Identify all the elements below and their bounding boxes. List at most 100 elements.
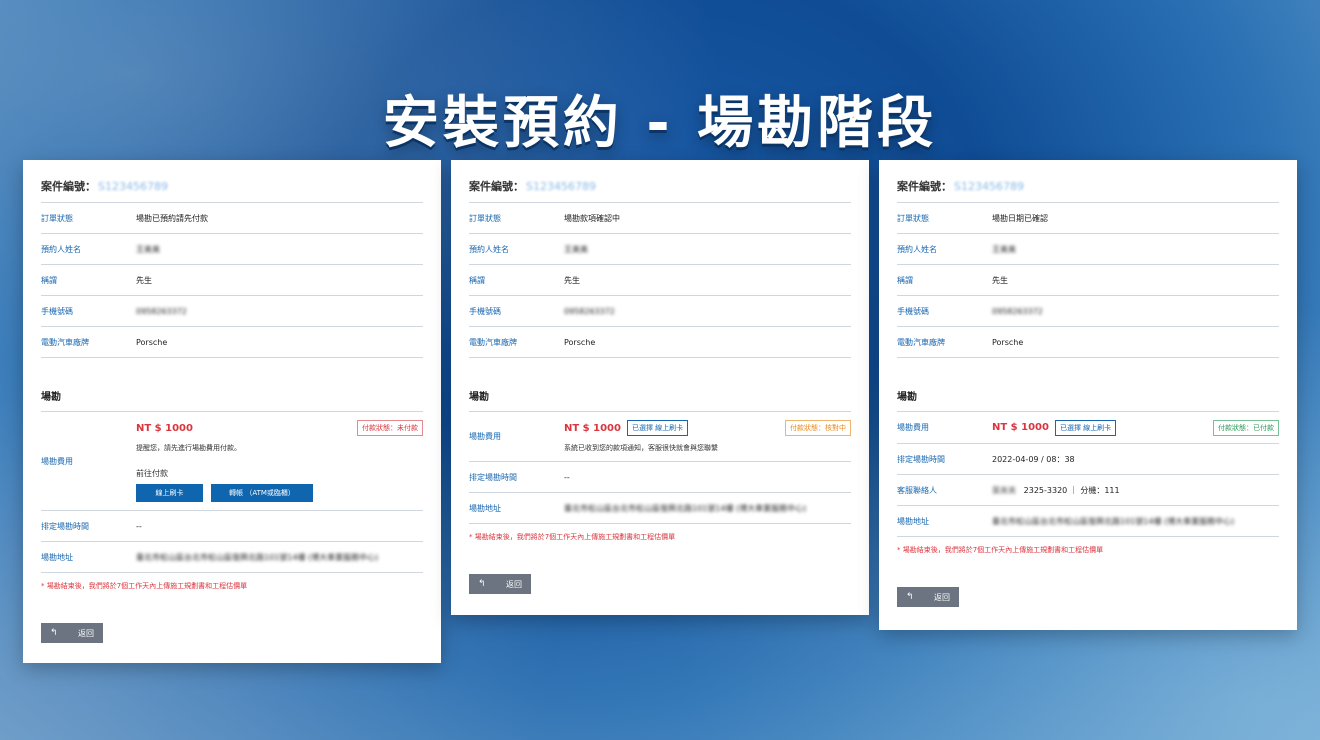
- pay-transfer-button[interactable]: 轉帳 （ATM或臨櫃）: [211, 484, 313, 502]
- name-label: 預約人姓名: [469, 244, 509, 254]
- payment-status-badge: 付款狀態：已付款: [1213, 419, 1279, 436]
- survey-remark: * 場勘結束後，我們將於7個工作天內上傳施工規劃書和工程估價單: [469, 533, 676, 541]
- order-status-row: 訂單狀態 場勘款項確認中: [469, 203, 851, 234]
- back-button[interactable]: ↰ 返回: [897, 587, 959, 607]
- fee-label: 場勘費用: [469, 432, 501, 441]
- contact-row: 客服聯絡人 葉美美 2325-3320 ｜ 分機：111: [897, 475, 1279, 506]
- payment-method-tag: 已選擇 線上刷卡: [626, 420, 689, 436]
- back-arrow-icon: ↰: [478, 579, 486, 589]
- address-label: 場勘地址: [41, 552, 73, 562]
- survey-section-title: 場勘: [469, 358, 851, 412]
- contact-label: 客服聯絡人: [897, 485, 937, 495]
- back-button-label: 返回: [78, 628, 94, 638]
- back-arrow-icon: ↰: [906, 592, 914, 602]
- order-status-label: 訂單狀態: [41, 213, 73, 223]
- name-label: 預約人姓名: [41, 244, 81, 254]
- fee-row: 場勘費用 NT $ 1000 付款狀態：未付款 提醒您，請先進行場勘費用付款。 …: [41, 412, 423, 511]
- case-number-label: 案件編號：: [897, 180, 952, 193]
- order-card-confirmed: 案件編號： S123456789 訂單狀態 場勘日期已確認 預約人姓名 王美美 …: [879, 160, 1297, 630]
- survey-time-row: 排定場勘時間 --: [41, 511, 423, 542]
- fee-reminder: 提醒您，請先進行場勘費用付款。: [136, 444, 241, 452]
- name-value: 王美美: [564, 244, 588, 254]
- address-row: 場勘地址 臺北市松山區台北市松山區復興北路101號14樓 (博大車業服務中心): [897, 506, 1279, 537]
- order-card-unpaid: 案件編號： S123456789 訂單狀態 場勘已預約請先付款 預約人姓名 王美…: [23, 160, 441, 663]
- brand-value: Porsche: [992, 337, 1024, 347]
- survey-remark: * 場勘結束後，我們將於7個工作天內上傳施工規劃書和工程估價單: [897, 546, 1104, 554]
- survey-time-label: 排定場勘時間: [469, 472, 517, 482]
- payment-method-tag: 已選擇 線上刷卡: [1054, 419, 1117, 436]
- survey-time-label: 排定場勘時間: [897, 454, 945, 464]
- survey-time-row: 排定場勘時間 2022-04-09 / 08：38: [897, 444, 1279, 475]
- survey-section-title: 場勘: [41, 358, 423, 412]
- name-row: 預約人姓名 王美美: [897, 234, 1279, 265]
- title-label: 稱謂: [897, 275, 913, 285]
- name-value: 王美美: [992, 244, 1016, 254]
- name-value: 王美美: [136, 244, 160, 254]
- title-label: 稱謂: [41, 275, 57, 285]
- brand-label: 電動汽車廠牌: [469, 337, 517, 347]
- go-pay-label: 前往付款: [136, 469, 168, 478]
- title-value: 先生: [564, 275, 580, 285]
- survey-section-title: 場勘: [897, 358, 1279, 412]
- fee-price: NT $ 1000: [992, 422, 1049, 433]
- case-number-header: 案件編號： S123456789: [897, 176, 1279, 203]
- address-value: 臺北市松山區台北市松山區復興北路101號14樓 (博大車業服務中心): [992, 516, 1235, 526]
- back-button-label: 返回: [506, 579, 522, 589]
- phone-row: 手機號碼 0958263372: [469, 296, 851, 327]
- order-status-value: 場勘日期已確認: [992, 213, 1048, 223]
- payment-status-badge: 付款狀態：未付款: [357, 420, 423, 436]
- phone-label: 手機號碼: [41, 306, 73, 316]
- title-value: 先生: [136, 275, 152, 285]
- name-row: 預約人姓名 王美美: [469, 234, 851, 265]
- title-label: 稱謂: [469, 275, 485, 285]
- fee-row: 場勘費用 NT $ 1000 已選擇 線上刷卡 付款狀態：核對中 系統已收到您的…: [469, 412, 851, 462]
- back-button[interactable]: ↰ 返回: [469, 574, 531, 594]
- brand-value: Porsche: [564, 337, 596, 347]
- payment-status-badge: 付款狀態：核對中: [785, 420, 851, 436]
- case-number-label: 案件編號：: [469, 180, 524, 193]
- case-number-header: 案件編號： S123456789: [469, 176, 851, 203]
- brand-row: 電動汽車廠牌 Porsche: [469, 327, 851, 358]
- contact-value: 葉美美 2325-3320 ｜ 分機：111: [992, 485, 1279, 496]
- back-button[interactable]: ↰ 返回: [41, 623, 103, 643]
- brand-label: 電動汽車廠牌: [41, 337, 89, 347]
- phone-value: 0958263372: [136, 306, 187, 316]
- address-row: 場勘地址 臺北市松山區台北市松山區復興北路101號14樓 (博大車業服務中心): [41, 542, 423, 573]
- case-number-value: S123456789: [98, 179, 168, 193]
- back-button-label: 返回: [934, 592, 950, 602]
- brand-label: 電動汽車廠牌: [897, 337, 945, 347]
- title-row: 稱謂 先生: [41, 265, 423, 296]
- pay-card-button[interactable]: 線上刷卡: [136, 484, 203, 502]
- order-status-value: 場勘已預約請先付款: [136, 213, 208, 223]
- fee-price: NT $ 1000: [564, 422, 621, 434]
- fee-price: NT $ 1000: [136, 422, 193, 434]
- case-number-value: S123456789: [526, 179, 596, 193]
- brand-row: 電動汽車廠牌 Porsche: [41, 327, 423, 358]
- order-status-value: 場勘款項確認中: [564, 213, 620, 223]
- address-row: 場勘地址 臺北市松山區台北市松山區復興北路101號14樓 (博大車業服務中心): [469, 493, 851, 524]
- brand-value: Porsche: [136, 337, 168, 347]
- phone-label: 手機號碼: [897, 306, 929, 316]
- phone-row: 手機號碼 0958263372: [41, 296, 423, 327]
- case-number-label: 案件編號：: [41, 180, 96, 193]
- order-card-verifying: 案件編號： S123456789 訂單狀態 場勘款項確認中 預約人姓名 王美美 …: [451, 160, 869, 615]
- phone-value: 0958263372: [564, 306, 615, 316]
- page-headline: 安裝預約 - 場勘階段: [382, 91, 938, 156]
- survey-time-label: 排定場勘時間: [41, 521, 89, 531]
- order-status-row: 訂單狀態 場勘日期已確認: [897, 203, 1279, 234]
- contact-name: 葉美美: [992, 485, 1016, 495]
- case-number-header: 案件編號： S123456789: [41, 176, 423, 203]
- order-status-label: 訂單狀態: [469, 213, 501, 223]
- address-value: 臺北市松山區台北市松山區復興北路101號14樓 (博大車業服務中心): [136, 552, 379, 562]
- title-value: 先生: [992, 275, 1008, 285]
- title-row: 稱謂 先生: [897, 265, 1279, 296]
- case-number-value: S123456789: [954, 179, 1024, 193]
- survey-remark: * 場勘結束後，我們將於7個工作天內上傳施工規劃書和工程估價單: [41, 582, 248, 590]
- back-arrow-icon: ↰: [50, 628, 58, 638]
- survey-time-row: 排定場勘時間 --: [469, 462, 851, 493]
- order-status-row: 訂單狀態 場勘已預約請先付款: [41, 203, 423, 234]
- survey-time-value: 2022-04-09 / 08：38: [992, 454, 1075, 464]
- brand-row: 電動汽車廠牌 Porsche: [897, 327, 1279, 358]
- name-label: 預約人姓名: [897, 244, 937, 254]
- order-status-label: 訂單狀態: [897, 213, 929, 223]
